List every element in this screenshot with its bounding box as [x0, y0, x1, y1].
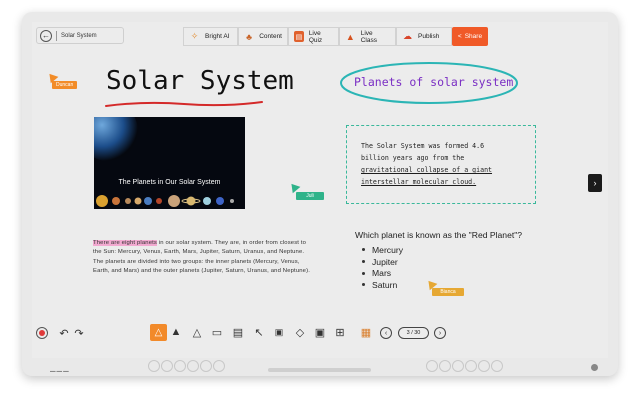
- title-underline: [105, 101, 263, 107]
- bullet-icon: [362, 248, 365, 252]
- ruler-icon[interactable]: ▤: [232, 325, 244, 339]
- speaker-grille-right: [426, 360, 503, 374]
- whiteboard-screen: ← Solar System ✧ Bright AI ♣ Content ▤ L…: [32, 22, 608, 358]
- publish-icon: ☁: [403, 31, 412, 41]
- quiz-option[interactable]: Jupiter: [362, 256, 403, 268]
- cursor-label: Bianca: [432, 288, 464, 296]
- body-paragraph[interactable]: There are eight planets in our solar sys…: [93, 239, 315, 277]
- eraser-icon[interactable]: ▭: [211, 325, 223, 339]
- add-icon[interactable]: ⊞: [334, 325, 346, 339]
- note-line: The Solar System was formed 4.6: [361, 142, 485, 150]
- record-button[interactable]: [36, 327, 48, 339]
- quiz-icon: ▤: [294, 31, 304, 42]
- note-line: interstellar molecular cloud.: [361, 178, 477, 186]
- page-indicator[interactable]: 3 / 30: [398, 327, 429, 339]
- shape-icon[interactable]: ◇: [294, 325, 306, 339]
- tool-content[interactable]: ♣ Content: [238, 27, 288, 46]
- next-page-button[interactable]: ›: [434, 327, 446, 339]
- divider: [56, 30, 57, 41]
- tool-label: Live Quiz: [308, 29, 323, 44]
- share-icon: <: [457, 33, 462, 40]
- breadcrumb-title: Solar System: [61, 32, 97, 39]
- image-icon[interactable]: ▣: [314, 325, 326, 339]
- tool-label: Bright AI: [205, 33, 230, 40]
- tool-label: Content: [259, 33, 282, 40]
- quiz-option[interactable]: Mars: [362, 267, 403, 279]
- planets-illustration: [94, 117, 234, 207]
- tool-live-class[interactable]: ▲ Live Class: [339, 27, 396, 46]
- undo-icon[interactable]: ↶: [58, 326, 70, 340]
- bullet-icon: [362, 260, 365, 264]
- note-line: billion years ago from the: [361, 154, 465, 162]
- highlighter-icon[interactable]: △: [191, 325, 203, 339]
- tool-bright-ai[interactable]: ✧ Bright AI: [183, 27, 238, 46]
- bullet-icon: [362, 271, 365, 275]
- quiz-question: Which planet is known as the "Red Planet…: [355, 230, 523, 240]
- breadcrumb: ← Solar System: [36, 27, 124, 44]
- class-icon: ▲: [345, 31, 355, 42]
- option-label: Jupiter: [372, 256, 398, 267]
- option-label: Saturn: [372, 279, 398, 290]
- image-caption: The Planets in Our Solar System: [118, 179, 221, 186]
- quiz-option[interactable]: Saturn: [362, 279, 403, 291]
- sparkle-icon: ✧: [190, 31, 199, 41]
- tool-label: Live Class: [360, 29, 377, 44]
- circled-title: Planets of solar system: [354, 75, 514, 89]
- highlighted-text: There are eight planets: [93, 240, 158, 246]
- quiz-options: Mercury Jupiter Mars Saturn: [362, 244, 403, 291]
- tool-publish[interactable]: ☁ Publish: [396, 27, 452, 46]
- next-page-arrow-icon[interactable]: ›: [588, 174, 602, 192]
- text-tool-icon[interactable]: ▣: [273, 325, 285, 339]
- note-text: The Solar System was formed 4.6 billion …: [361, 140, 531, 188]
- page-title: Solar System: [106, 66, 294, 96]
- grid-icon[interactable]: ▦: [360, 325, 372, 339]
- back-icon[interactable]: ←: [40, 29, 52, 42]
- quiz-option[interactable]: Mercury: [362, 244, 403, 256]
- marker-icon[interactable]: ▲: [170, 325, 182, 339]
- device-handle: [268, 368, 371, 372]
- status-dots: –––: [50, 366, 70, 377]
- text-note[interactable]: The Solar System was formed 4.6 billion …: [346, 125, 536, 204]
- select-icon[interactable]: ↖: [253, 325, 265, 339]
- power-button[interactable]: [591, 364, 598, 371]
- share-label: Share: [464, 33, 483, 40]
- prev-page-button[interactable]: ‹: [380, 327, 392, 339]
- bullet-icon: [362, 283, 365, 287]
- solar-system-image[interactable]: The Planets in Our Solar System: [94, 117, 245, 209]
- note-line: gravitational collapse of a giant: [361, 166, 493, 174]
- redo-icon[interactable]: ↷: [73, 326, 85, 340]
- top-toolbar: ← Solar System ✧ Bright AI ♣ Content ▤ L…: [32, 22, 608, 50]
- tool-live-quiz[interactable]: ▤ Live Quiz: [288, 27, 339, 46]
- option-label: Mercury: [372, 244, 404, 255]
- cursor-label: Duncan: [52, 81, 78, 89]
- speaker-grille-left: [148, 360, 225, 374]
- pen-tool-icon[interactable]: △: [150, 324, 167, 341]
- option-label: Mars: [372, 268, 392, 279]
- tool-label: Publish: [418, 33, 440, 40]
- cursor-label: Juli: [296, 192, 324, 200]
- tree-icon: ♣: [246, 31, 253, 42]
- share-button[interactable]: < Share: [452, 27, 488, 46]
